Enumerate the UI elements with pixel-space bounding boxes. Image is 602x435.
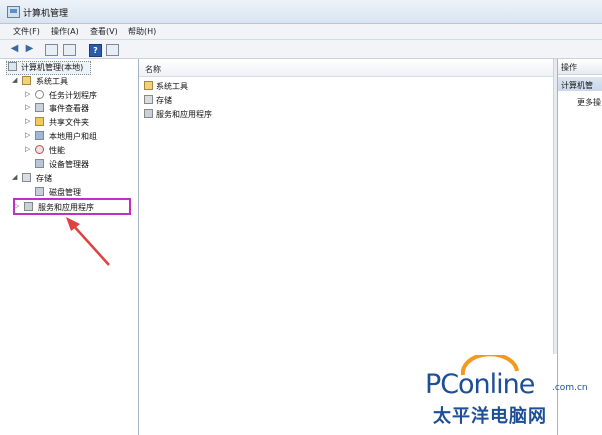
computer-icon	[8, 62, 17, 71]
menu-action[interactable]: 操作(A)	[51, 26, 79, 37]
actions-header: 操作	[558, 59, 602, 75]
navigation-tree	[0, 59, 139, 435]
storage-icon	[144, 95, 153, 104]
performance-icon	[35, 145, 44, 154]
up-level-icon[interactable]	[63, 44, 76, 56]
expand-arrow-icon[interactable]: ▷	[25, 90, 30, 98]
menu-file[interactable]: 文件(F)	[13, 26, 40, 37]
list-item-label: 系统工具	[156, 82, 188, 91]
menu-view[interactable]: 查看(V)	[90, 26, 118, 37]
clock-icon	[35, 90, 44, 99]
watermark-chinese-name: 太平洋电脑网	[433, 406, 547, 427]
tools-icon	[22, 76, 31, 85]
tree-label: 磁盘管理	[49, 188, 81, 197]
expand-arrow-icon[interactable]: ▷	[25, 131, 30, 139]
collapse-arrow-icon[interactable]: ◢	[12, 173, 17, 181]
actions-section-label: 计算机管	[561, 81, 593, 90]
disk-icon	[35, 187, 44, 196]
annotation-highlight-box	[13, 198, 131, 215]
tree-label: 本地用户和组	[49, 132, 97, 141]
tree-label: 系统工具	[36, 77, 68, 86]
services-icon	[144, 109, 153, 118]
expand-arrow-icon[interactable]: ▷	[25, 117, 30, 125]
device-manager-icon	[35, 159, 44, 168]
watermark-brand-online: online	[458, 369, 535, 400]
more-actions-link[interactable]: 更多操	[577, 97, 601, 108]
users-icon	[35, 131, 44, 140]
menu-help[interactable]: 帮助(H)	[128, 26, 156, 37]
watermark-domain: .com.cn	[552, 383, 588, 393]
tools-icon	[144, 81, 153, 90]
computer-management-icon	[7, 6, 20, 18]
shared-folder-icon	[35, 117, 44, 126]
tree-label: 存储	[36, 174, 52, 183]
help-icon[interactable]: ?	[89, 44, 102, 57]
tree-label: 共享文件夹	[49, 118, 89, 127]
properties-icon[interactable]	[106, 44, 119, 56]
actions-header-label: 操作	[561, 63, 577, 72]
collapse-arrow-icon[interactable]: ◢	[12, 76, 17, 84]
column-header-label: 名称	[145, 65, 161, 74]
list-item-label: 存储	[156, 96, 172, 105]
menu-bar: 文件(F) 操作(A) 查看(V) 帮助(H)	[0, 24, 602, 40]
watermark-brand-pc: PC	[425, 369, 459, 400]
window-title: 计算机管理	[23, 9, 69, 19]
toolbar: ◀ ▶ ?	[0, 40, 602, 59]
tree-label: 计算机管理(本地)	[21, 63, 84, 72]
title-bar: 计算机管理	[0, 0, 602, 24]
tree-label: 设备管理器	[49, 160, 89, 169]
tree-label: 事件查看器	[49, 104, 89, 113]
expand-arrow-icon[interactable]: ▷	[25, 145, 30, 153]
back-arrow-icon[interactable]: ◀	[8, 43, 21, 55]
list-item-label: 服务和应用程序	[156, 110, 212, 119]
storage-icon	[22, 173, 31, 182]
actions-section-computer-management[interactable]: 计算机管	[558, 77, 602, 91]
forward-arrow-icon[interactable]: ▶	[23, 43, 36, 55]
expand-arrow-icon[interactable]: ▷	[25, 103, 30, 111]
show-tree-icon[interactable]	[45, 44, 58, 56]
event-viewer-icon	[35, 103, 44, 112]
pconline-watermark: PC online .com.cn 太平洋电脑网	[425, 355, 597, 431]
column-header-name[interactable]: 名称	[139, 59, 553, 77]
tree-label: 任务计划程序	[49, 91, 97, 100]
tree-label: 性能	[49, 146, 65, 155]
